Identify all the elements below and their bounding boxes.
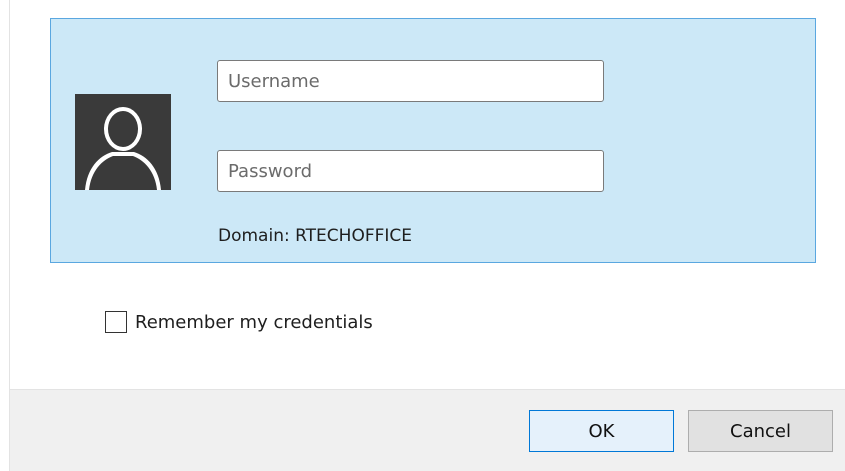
remember-credentials-checkbox[interactable] (105, 311, 127, 333)
dialog-footer: OK Cancel (10, 389, 845, 471)
domain-label: Domain: RTECHOFFICE (218, 226, 413, 246)
password-field[interactable] (217, 150, 604, 192)
user-silhouette-icon (75, 94, 171, 190)
remember-credentials-label[interactable]: Remember my credentials (135, 312, 373, 333)
user-silhouette-graphic (75, 94, 171, 190)
username-field[interactable] (217, 60, 604, 102)
ok-button[interactable]: OK (529, 410, 674, 452)
cancel-button[interactable]: Cancel (688, 410, 833, 452)
remember-credentials-option[interactable]: Remember my credentials (105, 311, 373, 333)
credential-dialog: Domain: RTECHOFFICE Remember my credenti… (0, 0, 845, 471)
credential-tile[interactable]: Domain: RTECHOFFICE (50, 18, 816, 263)
